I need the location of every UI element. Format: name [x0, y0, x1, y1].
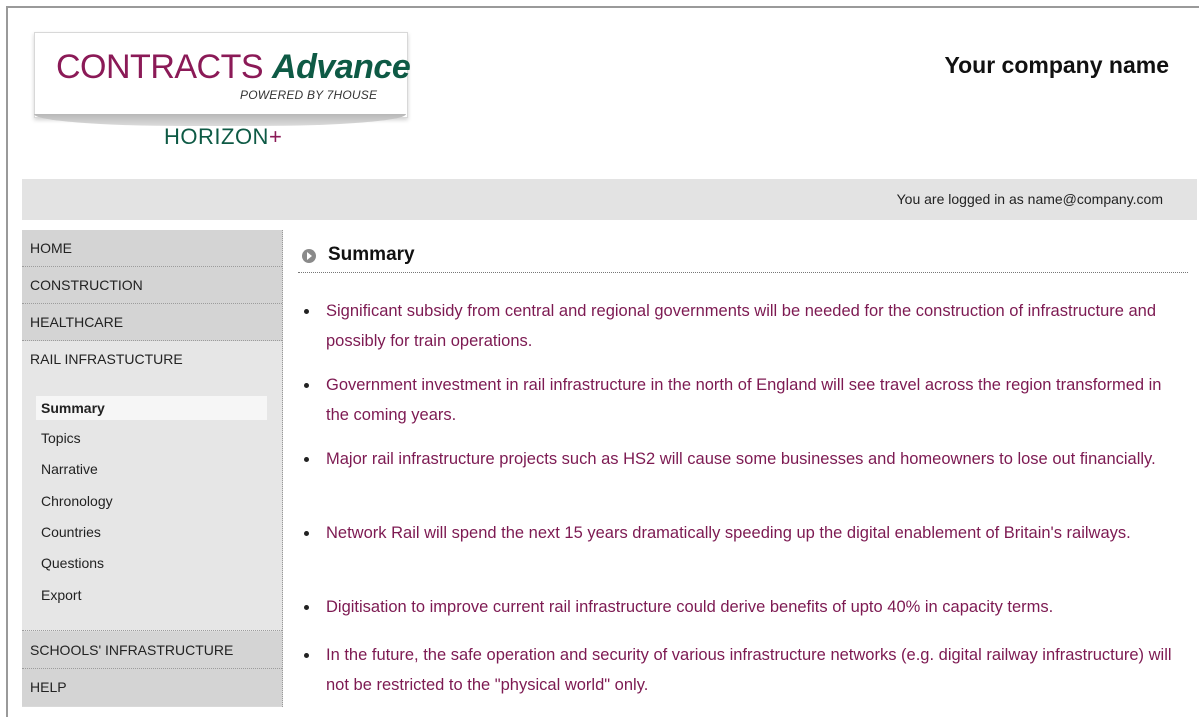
sidebar-item-rail-infrastructure[interactable]: RAIL INFRASTUCTURE [22, 341, 282, 378]
logo-advance-text: Advance [272, 48, 411, 86]
logged-in-status: You are logged in as name@company.com [896, 191, 1163, 207]
login-bar: You are logged in as name@company.com [22, 179, 1197, 220]
bullet-dot-icon [304, 531, 309, 536]
submenu-item-narrative[interactable]: Narrative [36, 457, 267, 481]
submenu-item-questions[interactable]: Questions [36, 551, 267, 575]
submenu-item-topics[interactable]: Topics [36, 426, 267, 450]
list-item-text: In the future, the safe operation and se… [326, 646, 1172, 694]
logo-powered-by: POWERED BY 7HOUSE [240, 88, 378, 102]
sidebar-item-schools-infrastructure[interactable]: SCHOOLS' INFRASTRUCTURE [22, 632, 282, 669]
title-divider [298, 272, 1188, 273]
list-item-text: Significant subsidy from central and reg… [326, 302, 1157, 350]
submenu-item-countries[interactable]: Countries [36, 520, 267, 544]
rail-submenu: Summary Topics Narrative Chronology Coun… [22, 376, 282, 631]
bullet-dot-icon [304, 457, 309, 462]
bullet-dot-icon [304, 605, 309, 610]
list-item-text: Network Rail will spend the next 15 year… [326, 524, 1131, 542]
sidebar-nav: HOME CONSTRUCTION HEALTHCARE RAIL INFRAS… [22, 230, 283, 707]
horizon-text: HORIZON [164, 124, 269, 149]
section-arrow-icon [302, 249, 316, 263]
sidebar-item-healthcare[interactable]: HEALTHCARE [22, 304, 282, 341]
sidebar-item-home[interactable]: HOME [22, 230, 282, 267]
logo-wordmark: CONTRACTS Advance [56, 48, 411, 86]
bullet-dot-icon [304, 383, 309, 388]
sidebar-item-help[interactable]: HELP [22, 669, 282, 706]
company-name: Your company name [944, 52, 1169, 78]
list-item-text: Digitisation to improve current rail inf… [326, 598, 1054, 616]
submenu-item-export[interactable]: Export [36, 583, 267, 607]
list-item-text: Major rail infrastructure projects such … [326, 450, 1156, 468]
submenu-item-chronology[interactable]: Chronology [36, 489, 267, 513]
bullet-dot-icon [304, 653, 309, 658]
logo-contracts-text: CONTRACTS [56, 48, 264, 86]
page-title: Summary [328, 244, 415, 265]
horizon-product-label: HORIZON+ [164, 124, 282, 150]
submenu-item-summary[interactable]: Summary [36, 396, 267, 420]
horizon-plus-sign: + [268, 124, 283, 149]
list-item-text: Government investment in rail infrastruc… [326, 376, 1162, 424]
sidebar-item-construction[interactable]: CONSTRUCTION [22, 267, 282, 304]
bullet-dot-icon [304, 309, 309, 314]
